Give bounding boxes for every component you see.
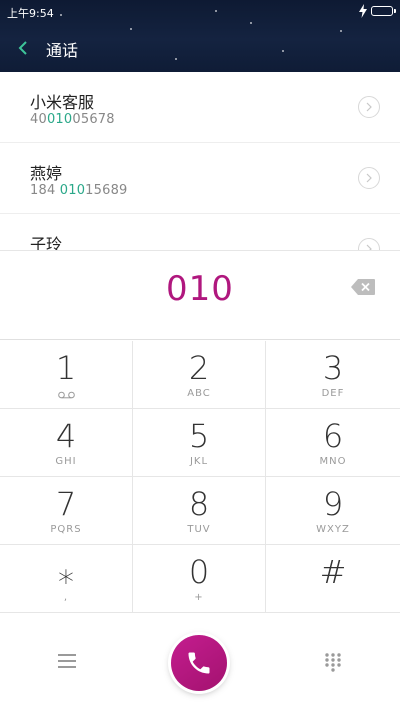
star-decoration: [250, 22, 252, 24]
contact-row[interactable]: 子玲: [0, 214, 400, 250]
key-digit: #: [319, 553, 347, 591]
key-digit: 1: [55, 349, 77, 387]
number-match-highlight: 010: [59, 183, 86, 198]
phone-icon: [188, 652, 210, 674]
key-letters: MNO: [319, 456, 347, 467]
key-letters: +: [194, 592, 204, 603]
chevron-right-icon[interactable]: [358, 238, 380, 250]
dialpad-icon[interactable]: [324, 652, 342, 672]
dialer-bottom-bar: [0, 615, 400, 711]
key-letters: TUV: [187, 524, 211, 535]
key-9[interactable]: 9 WXYZ: [266, 477, 400, 545]
dial-keypad: 1 2 ABC 3 DEF 4 GHI 5 JKL 6 MNO 7 PQRS 8…: [0, 341, 400, 615]
key-letters: JKL: [189, 456, 209, 467]
key-letters: DEF: [321, 388, 345, 399]
charging-icon: [359, 4, 367, 18]
key-8[interactable]: 8 TUV: [133, 477, 266, 545]
key-star[interactable]: ⁎ ,: [0, 545, 133, 613]
contact-row[interactable]: 燕婷 184 01015689: [0, 143, 400, 214]
status-time: 上午9:54: [7, 7, 54, 20]
dialed-number-display: 010: [0, 250, 400, 340]
key-5[interactable]: 5 JKL: [133, 409, 266, 477]
page-title: 通话: [46, 41, 79, 60]
key-digit: 5: [188, 417, 210, 455]
key-1[interactable]: 1: [0, 341, 133, 409]
contact-name: 子玲: [30, 235, 63, 250]
key-4[interactable]: 4 GHI: [0, 409, 133, 477]
menu-icon[interactable]: [58, 654, 76, 668]
key-letters: ,: [63, 592, 69, 603]
battery-icon: [371, 6, 396, 16]
key-letters: PQRS: [50, 524, 82, 535]
key-letters: WXYZ: [316, 524, 350, 535]
key-letters: ABC: [187, 388, 211, 399]
key-digit: 8: [188, 485, 210, 523]
backspace-icon[interactable]: [350, 278, 376, 296]
key-digit: 2: [188, 349, 210, 387]
key-7[interactable]: 7 PQRS: [0, 477, 133, 545]
contact-name: 小米客服: [30, 93, 95, 112]
contact-number: 4001005678: [30, 112, 115, 127]
dialed-number: 010: [166, 269, 234, 309]
chevron-right-icon[interactable]: [358, 167, 380, 189]
key-3[interactable]: 3 DEF: [266, 341, 400, 409]
status-bar: 上午9:54: [0, 0, 400, 22]
key-digit: ⁎: [58, 553, 74, 591]
key-digit: 9: [322, 485, 344, 523]
number-match-highlight: 010: [46, 112, 73, 127]
contact-results-list[interactable]: 小米客服 4001005678 燕婷 184 01015689 子玲: [0, 72, 400, 250]
key-hash[interactable]: #: [266, 545, 400, 613]
chevron-right-icon[interactable]: [358, 96, 380, 118]
title-bar: 通话: [0, 30, 400, 66]
key-digit: 6: [322, 417, 344, 455]
key-letters: GHI: [55, 456, 77, 467]
key-2[interactable]: 2 ABC: [133, 341, 266, 409]
key-0[interactable]: 0 +: [133, 545, 266, 613]
key-digit: 7: [55, 485, 77, 523]
call-button[interactable]: [171, 635, 227, 691]
contact-number: 184 01015689: [30, 183, 128, 198]
back-arrow-icon[interactable]: [12, 34, 36, 62]
contact-row[interactable]: 小米客服 4001005678: [0, 72, 400, 143]
key-digit: 3: [322, 349, 344, 387]
voicemail-icon: [58, 391, 75, 399]
key-digit: 4: [55, 417, 77, 455]
contact-name: 燕婷: [30, 164, 63, 183]
header: 上午9:54 通话: [0, 0, 400, 72]
key-6[interactable]: 6 MNO: [266, 409, 400, 477]
key-digit: 0: [188, 553, 210, 591]
